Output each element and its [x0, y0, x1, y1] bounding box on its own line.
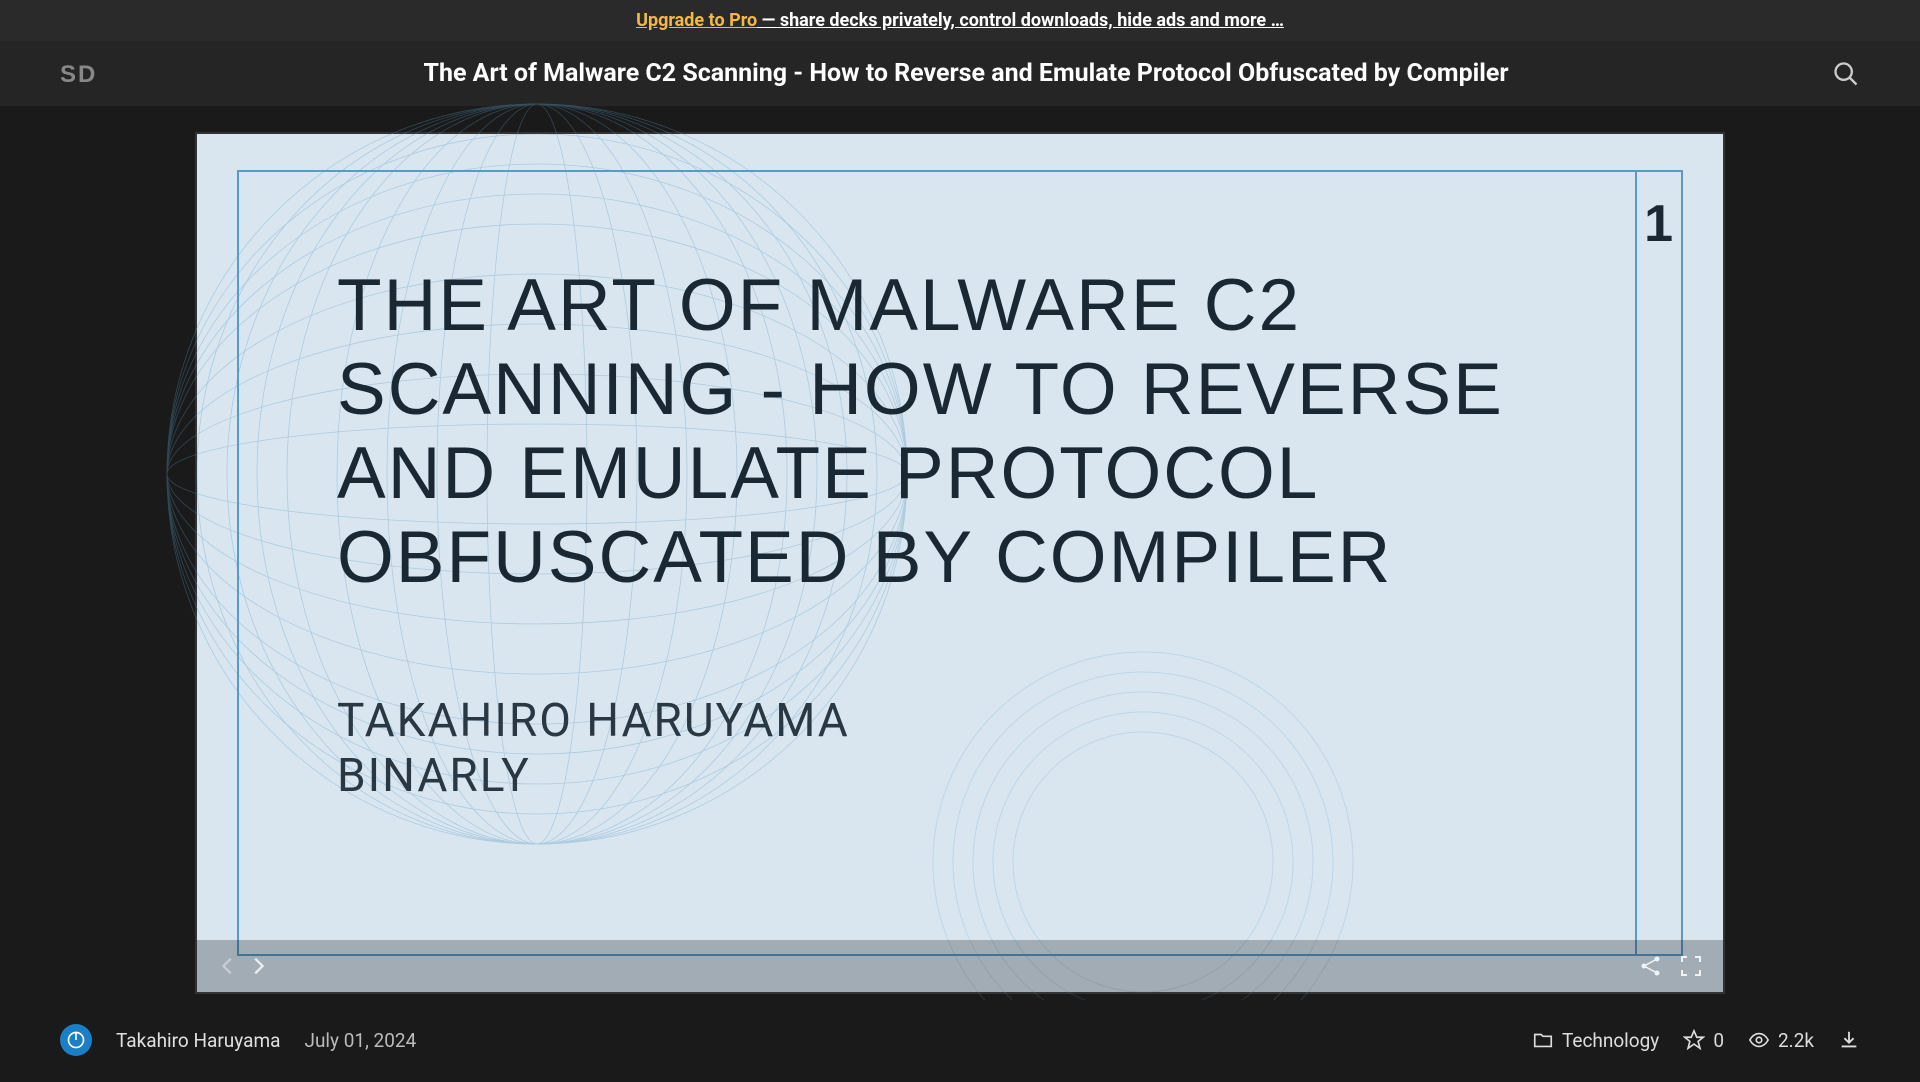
slide-number: 1	[1644, 194, 1673, 254]
download-button[interactable]	[1838, 1029, 1860, 1051]
download-icon	[1838, 1029, 1860, 1051]
publish-date: July 01, 2024	[304, 1029, 416, 1052]
power-icon	[66, 1030, 86, 1050]
logo[interactable]: S D	[60, 60, 100, 88]
search-icon[interactable]	[1832, 60, 1860, 88]
page-title: The Art of Malware C2 Scanning - How to …	[120, 59, 1812, 88]
upgrade-link[interactable]: Upgrade to Pro	[636, 10, 757, 31]
speakerdeck-logo-icon: S D	[60, 60, 100, 88]
share-icon[interactable]	[1639, 954, 1663, 978]
star-icon	[1683, 1029, 1705, 1051]
company-line: BINARLY	[337, 749, 850, 804]
slide-viewer[interactable]: 1 THE ART OF MALWARE C2 SCANNING - HOW T…	[195, 132, 1725, 994]
star-button[interactable]: 0	[1683, 1029, 1724, 1052]
promo-bar: Upgrade to Pro — share decks privately, …	[0, 0, 1920, 41]
prev-slide-icon[interactable]	[217, 955, 239, 977]
views-display: 2.2k	[1748, 1029, 1814, 1052]
promo-text: — share decks privately, control downloa…	[757, 10, 1284, 31]
view-count: 2.2k	[1778, 1029, 1814, 1052]
nav-arrows	[217, 955, 269, 977]
slide-controls-bar	[197, 940, 1723, 992]
slide-border-divider	[1635, 170, 1637, 956]
eye-icon	[1748, 1029, 1770, 1051]
star-count: 0	[1713, 1029, 1724, 1052]
next-slide-icon[interactable]	[247, 955, 269, 977]
slide-author-text: TAKAHIRO HARUYAMA BINARLY	[337, 694, 850, 804]
category-label: Technology	[1562, 1029, 1659, 1052]
svg-text:S: S	[60, 61, 76, 88]
avatar[interactable]	[60, 1024, 92, 1056]
svg-text:D: D	[78, 61, 95, 88]
right-controls	[1639, 954, 1703, 978]
fullscreen-icon[interactable]	[1679, 954, 1703, 978]
slide-title-text: THE ART OF MALWARE C2 SCANNING - HOW TO …	[337, 264, 1523, 600]
author-line: TAKAHIRO HARUYAMA	[337, 694, 850, 749]
folder-icon	[1532, 1029, 1554, 1051]
author-name[interactable]: Takahiro Haruyama	[116, 1029, 280, 1052]
category-link[interactable]: Technology	[1532, 1029, 1659, 1052]
footer: Takahiro Haruyama July 01, 2024 Technolo…	[0, 1000, 1920, 1080]
